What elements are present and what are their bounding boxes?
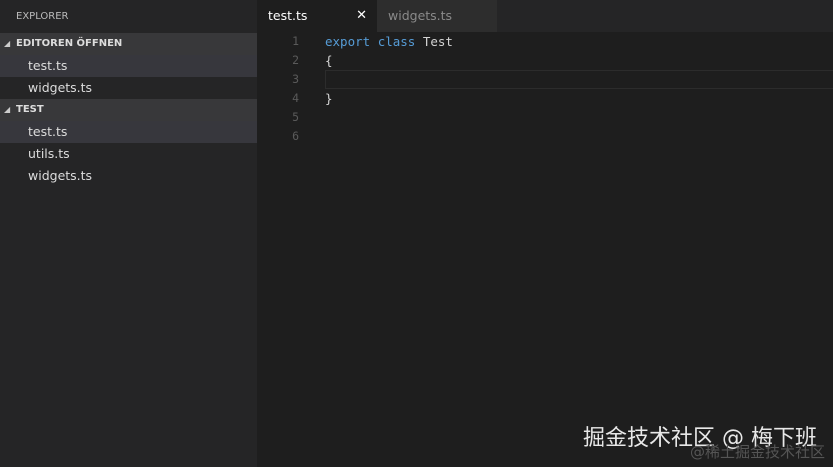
code-line: 6 xyxy=(257,127,833,146)
section-folder-test[interactable]: ◢ TEST xyxy=(0,99,257,121)
file-test-ts[interactable]: test.ts xyxy=(0,121,257,143)
tab-label: widgets.ts xyxy=(388,8,453,23)
code-editor[interactable]: 1 export class Test 2{ 3 4} 5 6 xyxy=(257,32,833,467)
section-open-editors[interactable]: ◢ EDITOREN ÖFFNEN xyxy=(0,33,257,55)
file-utils-ts[interactable]: utils.ts xyxy=(0,143,257,165)
collapse-triangle-icon: ◢ xyxy=(4,39,11,48)
line-number: 2 xyxy=(292,53,299,67)
watermark-sub: @稀土掘金技术社区 xyxy=(689,443,825,461)
line-number: 5 xyxy=(292,110,299,124)
code-line: 4} xyxy=(257,89,833,108)
file-widgets-ts[interactable]: widgets.ts xyxy=(0,165,257,187)
line-number: 1 xyxy=(292,34,299,48)
line-number: 6 xyxy=(292,129,299,143)
code-text: { xyxy=(325,53,333,68)
open-editor-widgets-ts[interactable]: widgets.ts xyxy=(0,77,257,99)
code-line: 2{ xyxy=(257,51,833,70)
close-icon[interactable]: ✕ xyxy=(356,0,367,32)
code-text: } xyxy=(325,91,333,106)
tab-bar: test.ts ✕ widgets.ts xyxy=(257,0,833,32)
section-label: EDITOREN ÖFFNEN xyxy=(16,38,123,49)
collapse-triangle-icon: ◢ xyxy=(4,105,11,114)
code-line: 1 export class Test xyxy=(257,32,833,51)
line-number: 3 xyxy=(292,72,299,86)
tab-widgets-ts[interactable]: widgets.ts xyxy=(377,0,497,32)
code-line: 5 xyxy=(257,108,833,127)
identifier: Test xyxy=(422,34,453,49)
code-line-current: 3 xyxy=(257,70,833,89)
explorer-title: EXPLORER xyxy=(16,11,69,22)
keyword: export xyxy=(325,34,371,49)
explorer-sidebar: EXPLORER ◢ EDITOREN ÖFFNEN test.ts widget… xyxy=(0,0,257,467)
tab-label: test.ts xyxy=(268,8,308,23)
keyword: class xyxy=(377,34,416,49)
section-label: TEST xyxy=(16,104,44,115)
line-number: 4 xyxy=(292,91,299,105)
tab-test-ts[interactable]: test.ts ✕ xyxy=(257,0,377,32)
code-text xyxy=(325,70,833,89)
open-editor-test-ts[interactable]: test.ts xyxy=(0,55,257,77)
